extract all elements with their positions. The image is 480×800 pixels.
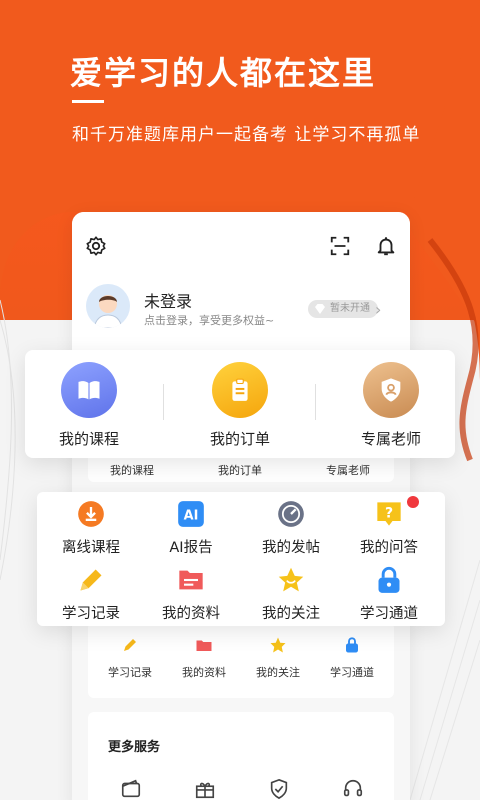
download-icon — [77, 500, 105, 528]
gift-icon[interactable] — [194, 778, 216, 800]
more-services-card: 更多服务 — [88, 712, 394, 800]
divider — [163, 384, 164, 420]
mini-shortcut-orders[interactable]: 我的订单 — [200, 462, 280, 478]
mini-grid-my-follows[interactable]: 我的关注 — [240, 636, 316, 680]
star-icon — [277, 566, 305, 594]
mini-shortcut-teacher[interactable]: 专属老师 — [308, 462, 388, 478]
login-hint: 点击登录，享受更多权益~ — [144, 314, 275, 327]
main-shortcut-card: 我的课程 我的订单 专属老师 — [25, 350, 455, 458]
profile-header: 未登录 点击登录，享受更多权益~ 暂未开通 › — [72, 212, 410, 362]
pencil-icon — [124, 639, 136, 651]
hero-subtitle: 和千万准题库用户一起备考 让学习不再孤单 — [72, 125, 421, 145]
mini-grid-label: 学习通道 — [330, 666, 374, 679]
settings-icon[interactable] — [84, 234, 108, 258]
diamond-icon — [314, 303, 326, 322]
svg-text:?: ? — [385, 506, 393, 522]
shield-check-icon[interactable] — [268, 778, 290, 800]
grid-label: 我的发帖 — [262, 540, 320, 556]
mini-grid-study-record[interactable]: 学习记录 — [92, 636, 168, 680]
grid-offline-courses[interactable]: 离线课程 — [40, 500, 142, 557]
scan-icon[interactable] — [328, 234, 352, 258]
shortcut-label: 专属老师 — [360, 430, 421, 448]
grid-my-posts[interactable]: 我的发帖 — [240, 500, 342, 557]
divider — [315, 384, 316, 420]
grid-label: 我的问答 — [360, 540, 418, 556]
login-status[interactable]: 未登录 — [144, 288, 192, 312]
avatar[interactable] — [86, 284, 130, 328]
gauge-icon — [277, 500, 305, 528]
question-icon: ? — [375, 500, 403, 528]
grid-label: 学习记录 — [62, 606, 120, 622]
vip-status-badge[interactable]: 暂未开通 — [308, 300, 378, 318]
shortcut-label: 我的订单 — [209, 430, 270, 448]
mini-grid-label: 我的资料 — [182, 666, 226, 679]
grid-label: 我的资料 — [162, 606, 220, 622]
svg-text:AI: AI — [184, 508, 199, 523]
grid-ai-report[interactable]: AI AI报告 — [140, 500, 242, 557]
grid-label: 学习通道 — [360, 606, 418, 622]
grid-label: 离线课程 — [62, 540, 120, 556]
grid-label: AI报告 — [169, 540, 213, 556]
grid-my-materials[interactable]: 我的资料 — [140, 566, 242, 623]
shortcut-my-orders[interactable]: 我的订单 — [170, 362, 310, 449]
star-icon — [270, 637, 286, 653]
teacher-shield-icon — [363, 362, 419, 418]
mini-grid: 学习记录 我的资料 我的关注 学习通道 — [88, 622, 394, 698]
bell-icon[interactable] — [374, 234, 398, 258]
headset-icon[interactable] — [342, 778, 364, 800]
pencil-icon — [77, 566, 105, 594]
wallet-icon[interactable] — [120, 778, 142, 800]
lock-icon — [346, 637, 358, 653]
shortcut-exclusive-teacher[interactable]: 专属老师 — [321, 362, 461, 449]
folder-icon — [196, 640, 212, 651]
mini-grid-my-materials[interactable]: 我的资料 — [166, 636, 242, 680]
book-icon — [61, 362, 117, 418]
shortcut-my-courses[interactable]: 我的课程 — [19, 362, 159, 449]
folder-icon — [177, 566, 205, 594]
shortcut-label: 我的课程 — [58, 430, 119, 448]
mini-grid-study-channel[interactable]: 学习通道 — [314, 636, 390, 680]
grid-study-channel[interactable]: 学习通道 — [338, 566, 440, 623]
grid-my-qa[interactable]: ? 我的问答 — [338, 500, 440, 557]
grid-label: 我的关注 — [262, 606, 320, 622]
hero-title: 爱学习的人都在这里 — [70, 54, 377, 92]
clipboard-icon — [212, 362, 268, 418]
mini-shortcut-courses[interactable]: 我的课程 — [92, 462, 172, 478]
grid-study-record[interactable]: 学习记录 — [40, 566, 142, 623]
hero-underline — [72, 100, 104, 103]
feature-grid-card: 离线课程 AI AI报告 我的发帖 ? 我的问答 学习记录 我的资料 我的关注 — [37, 492, 445, 626]
mini-grid-label: 学习记录 — [108, 666, 152, 679]
ai-icon: AI — [177, 500, 205, 528]
vip-badge-label: 暂未开通 — [330, 303, 370, 314]
grid-my-follows[interactable]: 我的关注 — [240, 566, 342, 623]
more-services-title: 更多服务 — [108, 740, 161, 755]
chevron-right-icon[interactable]: › — [375, 300, 381, 319]
mini-grid-label: 我的关注 — [256, 666, 300, 679]
lock-icon — [375, 566, 403, 594]
